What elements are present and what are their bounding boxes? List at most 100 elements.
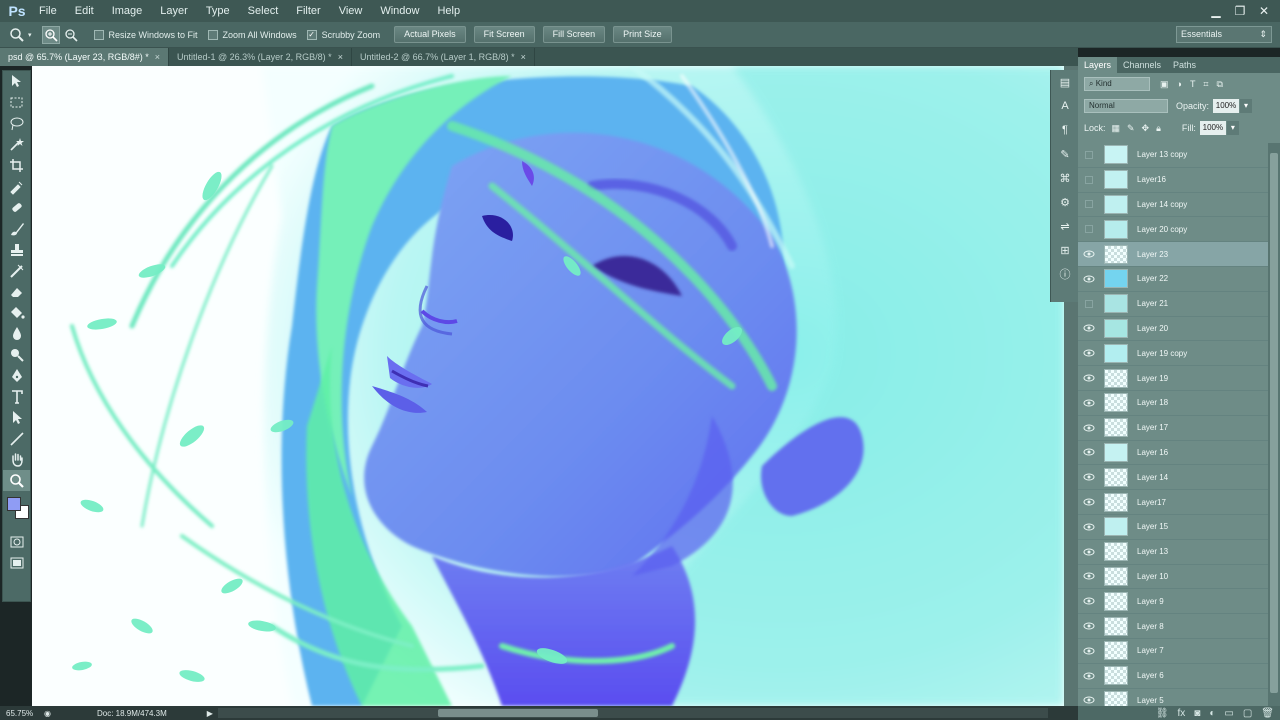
layer-row[interactable]: Layer 19 xyxy=(1078,366,1268,391)
document-tab[interactable]: Untitled-2 @ 66.7% (Layer 1, RGB/8) * × xyxy=(352,48,535,66)
status-menu-arrow-icon[interactable]: ▶ xyxy=(207,709,213,718)
stamp-tool-icon[interactable] xyxy=(3,239,30,260)
brush-presets-icon[interactable]: ✎ xyxy=(1051,142,1079,166)
eye-icon[interactable] xyxy=(1078,374,1100,382)
layer-row[interactable]: Layer 14 copy xyxy=(1078,193,1268,218)
eye-icon[interactable] xyxy=(1078,498,1100,506)
scroll-thumb[interactable] xyxy=(438,709,598,717)
crop-tool-icon[interactable] xyxy=(3,155,30,176)
timeline-icon[interactable]: ⇌ xyxy=(1051,214,1079,238)
zoom-tool-icon[interactable] xyxy=(8,26,26,44)
visibility-toggle[interactable] xyxy=(1078,225,1100,234)
menu-help[interactable]: Help xyxy=(428,0,469,22)
move-tool-icon[interactable] xyxy=(3,71,30,92)
clone-source-icon[interactable]: ⌘ xyxy=(1051,166,1079,190)
blend-mode-select[interactable]: Normal xyxy=(1084,99,1168,113)
menu-filter[interactable]: Filter xyxy=(287,0,329,22)
eye-icon[interactable] xyxy=(1078,275,1100,283)
history-brush-icon[interactable] xyxy=(3,260,30,281)
menu-file[interactable]: File xyxy=(30,0,66,22)
menu-edit[interactable]: Edit xyxy=(66,0,103,22)
lock-icons[interactable]: ▦✎✥🔒︎ xyxy=(1112,123,1168,134)
menu-view[interactable]: View xyxy=(330,0,372,22)
eye-icon[interactable] xyxy=(1078,548,1100,556)
adjustments-icon[interactable]: ⚙ xyxy=(1051,190,1079,214)
close-icon[interactable]: ✕ xyxy=(1252,0,1276,22)
layer-row[interactable]: Layer 18 xyxy=(1078,391,1268,416)
fx-icon[interactable]: fx xyxy=(1178,708,1186,719)
layer-row[interactable]: Layer 17 xyxy=(1078,416,1268,441)
menu-type[interactable]: Type xyxy=(197,0,239,22)
quick-mask-icon[interactable] xyxy=(3,531,30,552)
print-size-button[interactable]: Print Size xyxy=(613,26,672,43)
eye-icon[interactable] xyxy=(1078,696,1100,704)
opacity-input[interactable]: 100% xyxy=(1213,99,1240,113)
fill-input[interactable]: 100% xyxy=(1199,121,1226,135)
hand-tool-icon[interactable] xyxy=(3,449,30,470)
layer-row[interactable]: Layer 6 xyxy=(1078,664,1268,689)
zoom-all-windows-checkbox[interactable]: Zoom All Windows xyxy=(207,29,297,40)
layer-row[interactable]: Layer 20 copy xyxy=(1078,217,1268,243)
type-tool-icon[interactable] xyxy=(3,386,30,407)
pen-tool-icon[interactable] xyxy=(3,365,30,386)
tab-close-icon[interactable]: × xyxy=(521,52,526,62)
panel-tab-channels[interactable]: Channels xyxy=(1117,57,1167,73)
adjustment-icon[interactable]: ◐ xyxy=(1209,708,1215,719)
eye-icon[interactable] xyxy=(1078,473,1100,481)
resize-windows-checkbox[interactable]: Resize Windows to Fit xyxy=(93,29,198,40)
panel-tab-layers[interactable]: Layers xyxy=(1078,57,1118,73)
menu-image[interactable]: Image xyxy=(103,0,152,22)
fill-screen-button[interactable]: Fill Screen xyxy=(542,26,606,43)
eye-icon[interactable] xyxy=(1078,250,1100,258)
paint-bucket-icon[interactable] xyxy=(3,302,30,323)
workspace-select[interactable]: Essentials ⇕ xyxy=(1176,26,1272,43)
visibility-toggle[interactable] xyxy=(1078,299,1100,308)
canvas-horizontal-scrollbar[interactable] xyxy=(218,708,1048,718)
layer-row[interactable]: Layer 21 xyxy=(1078,292,1268,317)
visibility-toggle[interactable] xyxy=(1078,200,1100,209)
layer-row[interactable]: Layer17 xyxy=(1078,490,1268,515)
kind-filter-select[interactable]: ⌕ Kind xyxy=(1084,77,1150,91)
tab-close-icon[interactable]: × xyxy=(155,52,160,62)
folder-icon[interactable]: ▭ xyxy=(1224,708,1233,719)
eye-icon[interactable] xyxy=(1078,672,1100,680)
eyedropper-icon[interactable] xyxy=(3,176,30,197)
layer-row[interactable]: Layer 16 xyxy=(1078,441,1268,466)
healing-brush-icon[interactable] xyxy=(3,197,30,218)
tool-preset-arrow-icon[interactable]: ▾ xyxy=(28,31,32,39)
filter-icons[interactable]: ▣◑T⌗⧉ xyxy=(1160,79,1231,90)
scrubby-zoom-checkbox[interactable]: ✓ Scrubby Zoom xyxy=(306,29,380,40)
zoom-in-icon[interactable] xyxy=(41,25,60,44)
marquee-tool-icon[interactable] xyxy=(3,92,30,113)
trash-icon[interactable]: 🗑︎ xyxy=(1261,708,1274,719)
eye-icon[interactable] xyxy=(1078,572,1100,580)
layers-scrollbar[interactable] xyxy=(1268,143,1280,706)
opacity-arrow-icon[interactable]: ▾ xyxy=(1240,99,1253,113)
document-tab[interactable]: Untitled-1 @ 26.3% (Layer 2, RGB/8) * × xyxy=(169,48,352,66)
eye-icon[interactable] xyxy=(1078,399,1100,407)
menu-select[interactable]: Select xyxy=(239,0,288,22)
history-icon[interactable]: ▤ xyxy=(1051,70,1079,94)
eye-icon[interactable] xyxy=(1078,324,1100,332)
visibility-toggle[interactable] xyxy=(1078,175,1100,184)
screen-mode-icon[interactable] xyxy=(3,552,30,573)
path-select-icon[interactable] xyxy=(3,407,30,428)
layer-row[interactable]: Layer 13 xyxy=(1078,540,1268,565)
lasso-tool-icon[interactable] xyxy=(3,113,30,134)
menu-window[interactable]: Window xyxy=(371,0,428,22)
paragraph-icon[interactable]: ¶ xyxy=(1051,118,1079,142)
eye-icon[interactable] xyxy=(1078,647,1100,655)
foreground-color-swatch[interactable] xyxy=(7,497,21,511)
menu-layer[interactable]: Layer xyxy=(151,0,197,22)
visibility-toggle[interactable] xyxy=(1078,150,1100,159)
zoom-out-icon[interactable] xyxy=(62,26,80,44)
eye-icon[interactable] xyxy=(1078,424,1100,432)
fit-screen-button[interactable]: Fit Screen xyxy=(473,26,535,43)
eye-icon[interactable] xyxy=(1078,523,1100,531)
layer-row[interactable]: Layer 5 xyxy=(1078,689,1268,706)
status-info-icon[interactable]: ◉ xyxy=(44,709,51,718)
document-tab[interactable]: psd @ 65.7% (Layer 23, RGB/8#) * × xyxy=(0,48,169,66)
layer-row[interactable]: Layer 22 xyxy=(1078,267,1268,292)
eye-icon[interactable] xyxy=(1078,622,1100,630)
layer-row[interactable]: Layer 20 xyxy=(1078,317,1268,342)
